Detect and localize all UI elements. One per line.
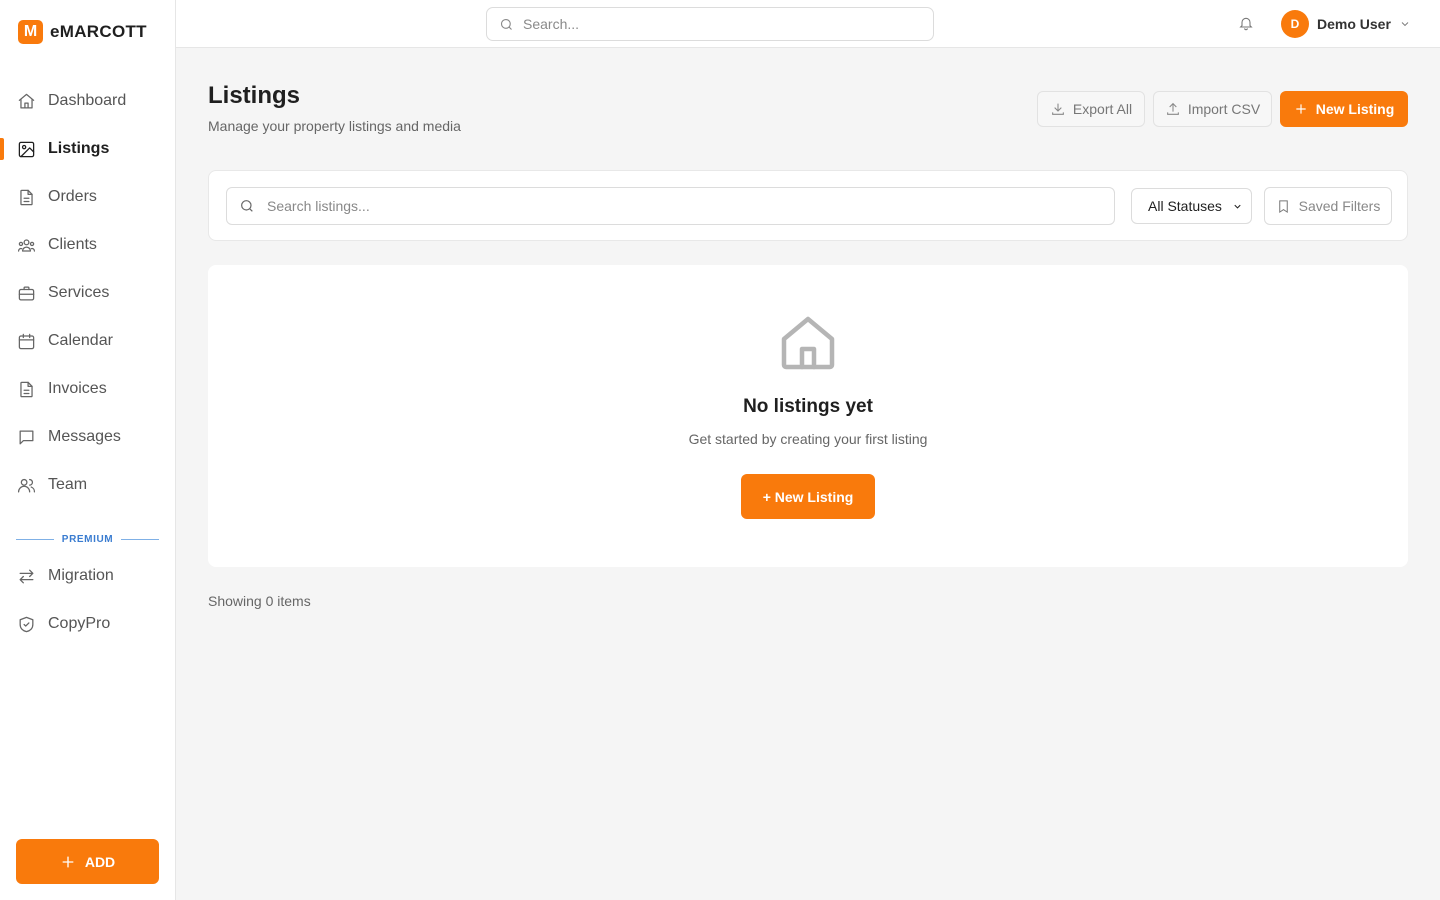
sidebar-item-invoices[interactable]: Invoices [0,365,176,413]
sidebar-item-migration[interactable]: Migration [0,552,176,600]
user-name: Demo User [1317,16,1391,32]
sidebar-item-messages[interactable]: Messages [0,413,176,461]
download-icon [1052,103,1064,115]
status-select-value: All Statuses [1148,198,1222,214]
add-button-label: ADD [84,853,116,870]
sidebar-item-label: Messages [48,428,121,445]
empty-state-title: No listings yet [743,396,873,417]
team-icon [16,475,36,495]
file-icon [16,379,36,399]
user-menu[interactable]: D Demo User [1281,10,1411,38]
new-listing-label: New Listing [1315,101,1395,117]
page-subtitle: Manage your property listings and media [208,118,461,134]
house-icon [778,313,838,373]
search-icon [241,200,253,212]
sidebar-item-label: Services [48,284,110,301]
export-all-button[interactable]: Export All [1037,91,1145,127]
listings-search[interactable] [226,187,1115,225]
shield-check-icon [16,614,36,634]
sidebar-item-label: Migration [48,567,114,584]
home-icon [16,91,36,111]
empty-state-new-listing-button[interactable]: + New Listing [741,474,875,519]
arrows-swap-icon [16,566,36,586]
chevron-down-icon [1401,22,1409,27]
plus-icon [1296,104,1306,114]
sidebar-item-label: Clients [48,236,97,253]
sidebar-item-clients[interactable]: Clients [0,221,176,269]
sidebar-item-label: Dashboard [48,92,127,109]
premium-nav: Migration CopyPro [0,552,176,648]
sidebar-item-label: Listings [48,140,110,157]
sidebar-item-label: Orders [48,188,97,205]
brand-logo: M [18,20,43,44]
sidebar-item-calendar[interactable]: Calendar [0,317,176,365]
message-icon [16,427,36,447]
status-select[interactable]: All Statuses [1131,188,1252,224]
saved-filters-button[interactable]: Saved Filters [1264,187,1392,225]
brand-name: eMARCOTT [50,22,147,41]
saved-filters-label: Saved Filters [1298,198,1381,214]
sidebar-item-listings[interactable]: Listings [0,125,176,173]
bookmark-icon [1278,199,1288,213]
import-csv-label: Import CSV [1187,101,1261,117]
sidebar-item-label: Invoices [48,380,107,397]
image-icon [16,139,36,159]
global-search-input[interactable] [523,16,903,32]
sidebar: M eMARCOTT Dashboard Listings Orders Cli… [0,0,176,900]
sidebar-item-dashboard[interactable]: Dashboard [0,77,176,125]
sidebar-item-team[interactable]: Team [0,461,176,509]
chevron-down-icon [1234,204,1241,209]
divider-line [16,538,54,540]
divider-line [121,538,160,540]
brand[interactable]: M eMARCOTT [18,20,147,44]
notifications-bell-icon[interactable] [1238,15,1256,33]
page-title: Listings [208,82,301,109]
add-button[interactable]: ADD [16,839,159,884]
premium-divider: PREMIUM [16,530,160,548]
plus-icon [62,856,74,867]
sidebar-item-label: Calendar [48,332,113,349]
topbar: D Demo User [176,0,1440,48]
import-csv-button[interactable]: Import CSV [1153,91,1272,127]
file-icon [16,187,36,207]
users-group-icon [16,235,36,255]
avatar: D [1281,10,1309,38]
filter-bar: All Statuses Saved Filters [208,170,1408,241]
sidebar-item-services[interactable]: Services [0,269,176,317]
sidebar-item-orders[interactable]: Orders [0,173,176,221]
sidebar-item-copypro[interactable]: CopyPro [0,600,176,648]
sidebar-item-label: CopyPro [48,615,111,632]
export-all-label: Export All [1072,101,1133,117]
empty-state: No listings yet Get started by creating … [208,265,1408,567]
items-count: Showing 0 items [208,593,311,609]
sidebar-nav: Dashboard Listings Orders Clients Servic… [0,77,176,509]
calendar-icon [16,331,36,351]
briefcase-icon [16,283,36,303]
search-icon [500,18,512,30]
listings-search-input[interactable] [267,198,1087,214]
premium-label: PREMIUM [61,533,114,545]
global-search[interactable] [486,7,934,41]
upload-icon [1166,102,1179,115]
sidebar-item-label: Team [48,476,88,493]
empty-state-subtitle: Get started by creating your first listi… [688,431,928,447]
new-listing-button[interactable]: New Listing [1280,91,1408,127]
